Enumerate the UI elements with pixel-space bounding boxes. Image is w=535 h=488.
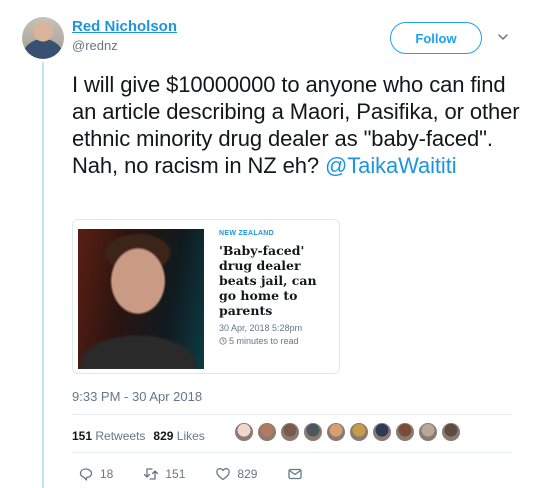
article-image (78, 229, 204, 369)
liker-avatar[interactable] (303, 422, 323, 442)
likes-label: Likes (176, 429, 205, 443)
tweet-text: I will give $10000000 to anyone who can … (72, 71, 522, 179)
like-count: 829 (237, 467, 258, 481)
avatar[interactable] (22, 17, 64, 59)
liker-avatar[interactable] (418, 422, 438, 442)
follow-button[interactable]: Follow (390, 22, 482, 54)
engagement-stats: 151 Retweets 829 Likes (72, 429, 205, 443)
tweet-timestamp[interactable]: 9:33 PM - 30 Apr 2018 (72, 389, 202, 404)
article-read-time: 5 minutes to read (219, 336, 337, 346)
reply-icon (79, 468, 93, 481)
retweets-label: Retweets (95, 429, 146, 443)
divider (72, 414, 512, 415)
liker-avatar[interactable] (234, 422, 254, 442)
liker-avatar[interactable] (280, 422, 300, 442)
author-handle: @rednz (72, 38, 118, 53)
article-card[interactable]: NEW ZEALAND 'Baby-faced' drug dealer bea… (72, 219, 340, 374)
likes-stat[interactable]: 829 Likes (153, 429, 204, 443)
retweets-stat[interactable]: 151 Retweets (72, 429, 145, 443)
like-button[interactable]: 829 (215, 466, 257, 482)
article-title: 'Baby-faced' drug dealer beats jail, can… (219, 243, 317, 318)
liker-avatar[interactable] (349, 422, 369, 442)
mention-link[interactable]: @TaikaWaititi (325, 153, 457, 178)
message-button[interactable] (287, 466, 303, 482)
liker-avatar[interactable] (372, 422, 392, 442)
liker-avatar[interactable] (395, 422, 415, 442)
likers-avatars[interactable] (234, 422, 461, 442)
thread-line (42, 62, 44, 488)
liker-avatar[interactable] (441, 422, 461, 442)
divider (72, 452, 512, 453)
liker-avatar[interactable] (257, 422, 277, 442)
article-category: NEW ZEALAND (219, 230, 275, 237)
tweet-actions: 18 151 829 (78, 466, 333, 482)
liker-avatar[interactable] (326, 422, 346, 442)
reply-button[interactable]: 18 (78, 466, 113, 482)
envelope-icon (288, 468, 303, 480)
article-date: 30 Apr, 2018 5:28pm (219, 323, 303, 333)
clock-icon (219, 337, 227, 345)
read-time-text: 5 minutes to read (229, 336, 299, 346)
reply-count: 18 (100, 467, 114, 481)
author-name[interactable]: Red Nicholson (72, 18, 177, 35)
retweets-count: 151 (72, 429, 93, 443)
retweet-icon (144, 468, 159, 480)
article-card-body: NEW ZEALAND 'Baby-faced' drug dealer bea… (219, 230, 337, 346)
heart-icon (216, 467, 231, 481)
retweet-count: 151 (165, 467, 186, 481)
retweet-button[interactable]: 151 (143, 466, 185, 482)
likes-count: 829 (153, 429, 174, 443)
chevron-down-icon[interactable] (496, 30, 510, 44)
